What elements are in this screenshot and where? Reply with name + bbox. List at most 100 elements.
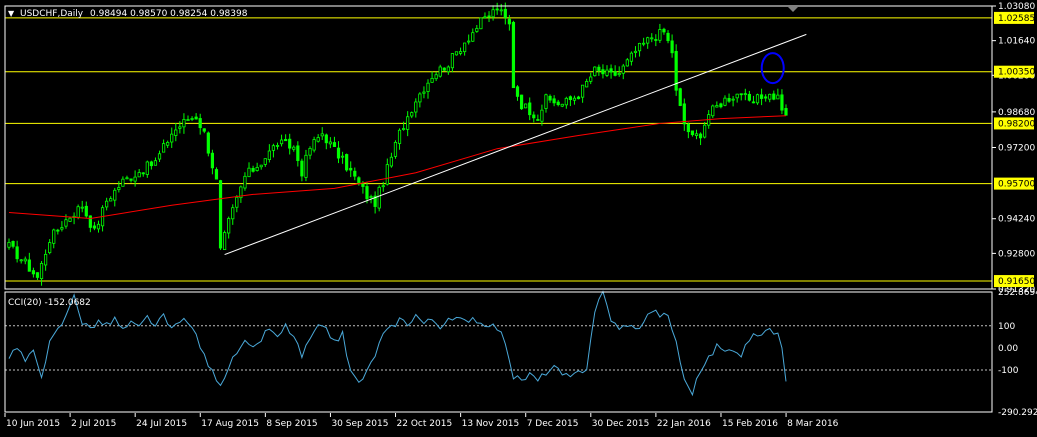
ohlc-values: 0.98494 0.98570 0.98254 0.98398 (90, 9, 248, 19)
candle-body (727, 98, 731, 102)
candle-body (357, 177, 361, 183)
time-tick-label: 13 Nov 2015 (462, 419, 520, 429)
candle-body (206, 132, 210, 154)
candle-body (776, 94, 780, 100)
candle-body (731, 98, 735, 101)
candle-body (353, 170, 357, 177)
cci-tick-label: 252.8694 (998, 288, 1037, 298)
candle-body (605, 69, 609, 76)
price-tick-label: 0.92800 (998, 249, 1035, 259)
candle-body (267, 150, 271, 160)
candle-body (365, 186, 369, 200)
candle-body (670, 40, 674, 54)
candle-body (585, 81, 589, 88)
candle-body (64, 219, 68, 227)
candle-body (617, 73, 621, 76)
symbol-label: USDCHF,Daily (20, 9, 84, 19)
candle-body (739, 93, 743, 96)
candle-body (328, 141, 332, 145)
candle-body (434, 74, 438, 80)
candle-body (243, 175, 247, 189)
candle-body (312, 139, 316, 151)
candle-body (52, 229, 56, 244)
candle-body (654, 39, 658, 41)
time-tick-label: 15 Feb 2016 (722, 419, 778, 429)
candle-body (780, 94, 784, 111)
candle-body (625, 59, 629, 67)
time-tick-label: 30 Sep 2015 (331, 419, 388, 429)
candle-body (536, 119, 540, 121)
candle-body (694, 133, 699, 137)
candle-body (129, 178, 133, 181)
candle-body (121, 178, 125, 187)
candle-body (340, 155, 345, 158)
price-tick-label: 0.98680 (998, 108, 1035, 118)
candle-body (202, 128, 206, 132)
candle-body (719, 103, 723, 108)
candle-body (19, 259, 23, 262)
candle-body (703, 124, 707, 138)
candle-body (755, 94, 760, 104)
candle-body (133, 176, 137, 182)
candle-body (678, 88, 682, 106)
candle-body (279, 139, 284, 145)
candle-body (271, 145, 276, 151)
price-tick-label: 0.97200 (998, 144, 1035, 154)
candle-body (487, 15, 491, 18)
chart-background (0, 0, 1037, 437)
candle-body (320, 133, 324, 137)
candle-body (105, 200, 109, 208)
candle-body (418, 93, 422, 103)
candle-body (27, 259, 31, 272)
candle-body (385, 164, 389, 185)
level-price-tag-label: 1.02585 (998, 14, 1035, 24)
candle-body (210, 152, 215, 169)
candle-body (698, 133, 703, 139)
candle-body (511, 21, 516, 89)
candle-body (247, 167, 251, 178)
candle-body (157, 153, 162, 160)
level-price-tag-label: 0.98200 (998, 119, 1035, 129)
candle-body (560, 103, 564, 107)
cci-tick-label: -100 (998, 366, 1019, 376)
time-tick-label: 8 Mar 2016 (787, 419, 839, 429)
candle-body (442, 67, 446, 71)
candle-body (597, 66, 601, 71)
cci-tick-label: 100 (998, 322, 1015, 332)
candle-body (438, 66, 442, 77)
time-tick-label: 30 Dec 2015 (592, 419, 650, 429)
candle-body (389, 156, 393, 167)
candle-body (650, 37, 654, 40)
candle-body (454, 51, 459, 56)
candle-body (552, 98, 556, 104)
candle-body (430, 77, 434, 83)
level-price-tag-label: 0.91650 (998, 277, 1035, 287)
candle-body (275, 145, 280, 147)
candle-body (540, 109, 544, 122)
candle-body (711, 105, 715, 117)
candle-body (491, 9, 495, 18)
candle-body (255, 167, 259, 171)
chart-canvas[interactable]: 1.030801.016401.002000.986800.972000.942… (0, 0, 1037, 437)
candle-body (92, 225, 97, 229)
time-tick-label: 10 Jun 2015 (6, 419, 60, 429)
candle-body (768, 93, 772, 100)
candle-body (751, 101, 756, 104)
candle-body (235, 196, 239, 208)
candle-body (292, 146, 296, 150)
candle-body (422, 91, 426, 94)
candle-body (637, 42, 642, 52)
candle-body (658, 29, 662, 41)
cci-tick-label: -290.2926 (998, 408, 1037, 418)
candle-body (483, 16, 487, 19)
candle-body (393, 141, 398, 157)
candle-body (580, 84, 585, 98)
candle-body (149, 161, 153, 167)
chart-menu-arrow-icon[interactable]: ▼ (8, 9, 15, 18)
candle-body (76, 206, 80, 218)
candle-body (629, 52, 634, 62)
candle-body (642, 42, 646, 45)
time-tick-label: 22 Oct 2015 (397, 419, 453, 429)
candle-body (471, 32, 475, 42)
candle-body (402, 128, 406, 130)
